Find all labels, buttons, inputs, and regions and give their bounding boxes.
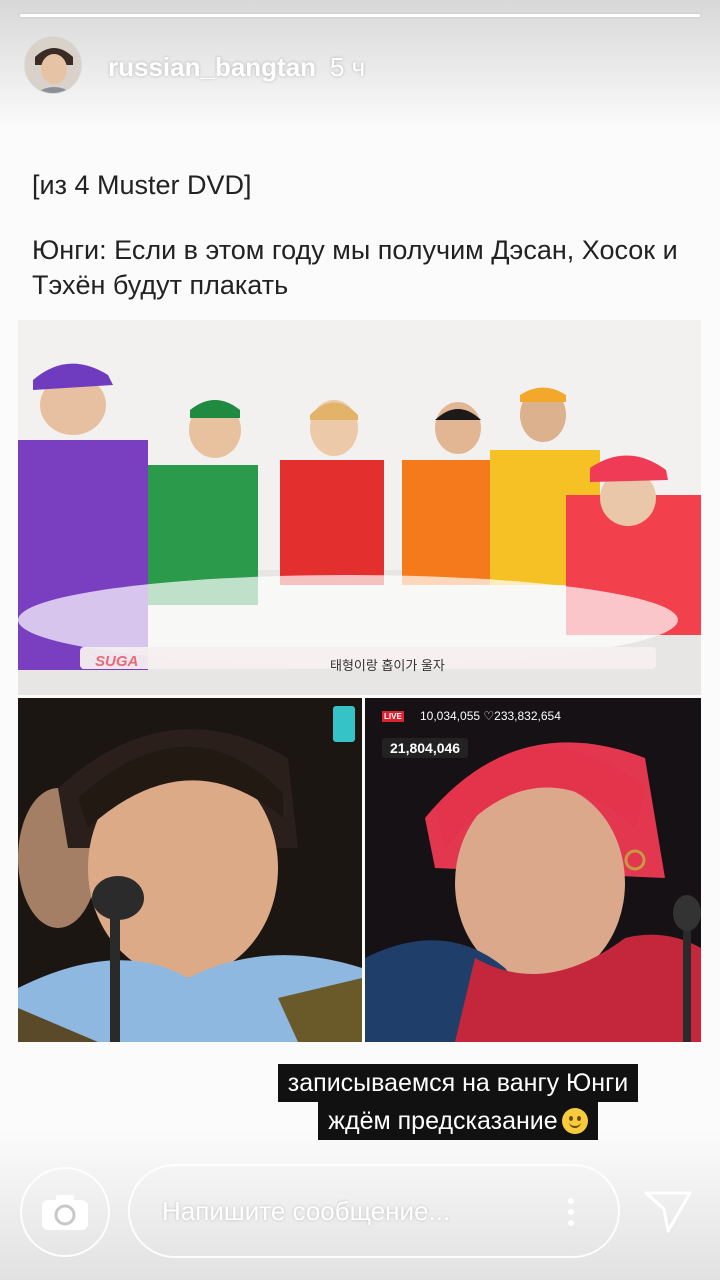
more-vertical-icon xyxy=(568,1198,574,1204)
caption-name: SUGA xyxy=(95,653,139,670)
viewer-counter: 21,804,046 xyxy=(382,738,469,758)
avatar[interactable] xyxy=(24,36,82,94)
message-input[interactable]: Напишите сообщение... xyxy=(128,1164,620,1258)
more-options-button[interactable] xyxy=(556,1190,586,1234)
post-source: [из 4 Muster DVD] xyxy=(32,170,252,200)
post-text: [из 4 Muster DVD] Юнги: Если в этом году… xyxy=(32,168,692,303)
caption-subtitle: 태형이랑 홉이가 울자 xyxy=(330,658,445,673)
story-view: SUGA 태형이랑 홉이가 울자 LIVE 10,034,055 ♡233,83… xyxy=(0,0,720,1280)
group-photo xyxy=(18,320,701,695)
story-progress-fill xyxy=(20,14,700,17)
story-header: russian_bangtan 5 ч xyxy=(0,0,720,130)
sticker-line-1: записываемся на вангу Юнги xyxy=(277,1064,639,1102)
story-timestamp: 5 ч xyxy=(330,52,366,82)
camera-icon xyxy=(42,1195,88,1230)
live-badge: LIVE xyxy=(382,711,404,722)
post-quote: Юнги: Если в этом году мы получим Дэсан,… xyxy=(32,235,678,300)
camera-button[interactable] xyxy=(20,1167,110,1257)
send-icon xyxy=(644,1191,692,1233)
crying-photo-left xyxy=(18,698,362,1042)
story-username[interactable]: russian_bangtan xyxy=(108,52,316,83)
text-sticker: записываемся на вангу Юнги ждём предсказ… xyxy=(276,1064,640,1140)
live-stats: 10,034,055 ♡233,832,654 xyxy=(420,709,561,723)
send-button[interactable] xyxy=(640,1185,696,1237)
story-progress-bar xyxy=(20,14,700,17)
message-placeholder: Напишите сообщение... xyxy=(162,1195,451,1226)
